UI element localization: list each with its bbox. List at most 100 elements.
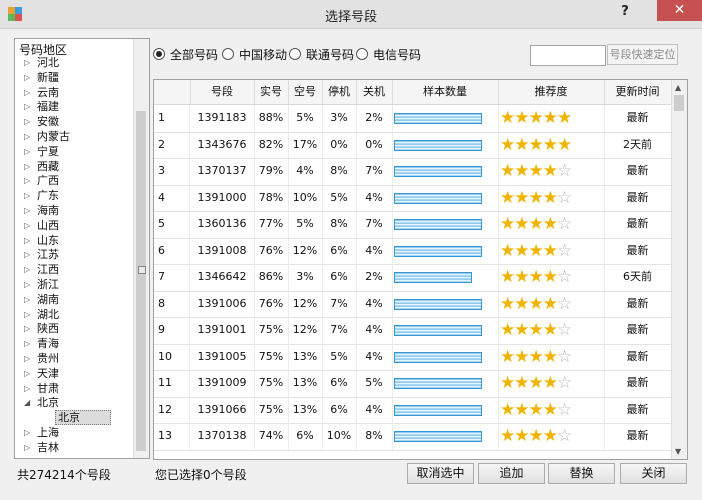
column-header[interactable]: 样本数量 bbox=[392, 80, 499, 104]
collapsed-arrow-icon[interactable]: ▷ bbox=[24, 263, 30, 278]
replace-button[interactable]: 替换 bbox=[548, 463, 615, 484]
tree-item[interactable]: ▷ 天津 bbox=[15, 367, 133, 382]
tree-item[interactable]: ▷ 山东 bbox=[15, 234, 133, 249]
tree-item[interactable]: ▷ 西藏 bbox=[15, 160, 133, 175]
tree-item[interactable]: ▷ 江西 bbox=[15, 263, 133, 278]
cancel-select-button[interactable]: 取消选中 bbox=[407, 463, 474, 484]
column-header[interactable]: 停机 bbox=[322, 80, 357, 104]
tree-item[interactable]: ▷ 上海 bbox=[15, 426, 133, 441]
collapsed-arrow-icon[interactable]: ▷ bbox=[24, 189, 30, 204]
collapsed-arrow-icon[interactable]: ▷ bbox=[24, 234, 30, 249]
close-window-button[interactable]: ✕ bbox=[657, 0, 702, 21]
tree-item[interactable]: ▷ 青海 bbox=[15, 337, 133, 352]
collapsed-arrow-icon[interactable]: ▷ bbox=[24, 115, 30, 130]
collapsed-arrow-icon[interactable]: ▷ bbox=[24, 293, 30, 308]
radio-all[interactable]: 全部号码 bbox=[153, 46, 218, 63]
tree-item[interactable]: ▷ 湖南 bbox=[15, 293, 133, 308]
add-button[interactable]: 追加 bbox=[478, 463, 545, 484]
radio-mobile[interactable]: 中国移动 bbox=[222, 46, 287, 63]
column-header[interactable]: 空号 bbox=[288, 80, 323, 104]
tree-item[interactable]: ▷ 海南 bbox=[15, 204, 133, 219]
table-row[interactable]: 5 1360136 77% 5% 8% 7% ★★★★☆ 最新 bbox=[154, 211, 672, 239]
collapsed-arrow-icon[interactable]: ▷ bbox=[24, 382, 30, 397]
radio-dot[interactable] bbox=[289, 48, 301, 60]
collapsed-arrow-icon[interactable]: ▷ bbox=[24, 204, 30, 219]
collapsed-arrow-icon[interactable]: ▷ bbox=[24, 248, 30, 263]
collapsed-arrow-icon[interactable]: ▷ bbox=[24, 86, 30, 101]
locate-input[interactable] bbox=[530, 45, 606, 66]
collapsed-arrow-icon[interactable]: ▷ bbox=[24, 174, 30, 189]
tree-item[interactable]: ▷ 河北 bbox=[15, 56, 133, 71]
tree-item[interactable]: ▷ 福建 bbox=[15, 100, 133, 115]
collapsed-arrow-icon[interactable]: ▷ bbox=[24, 160, 30, 175]
table-row[interactable]: 3 1370137 79% 4% 8% 7% ★★★★☆ 最新 bbox=[154, 158, 672, 186]
table-row[interactable]: 1 1391183 88% 5% 3% 2% ★★★★★ 最新 bbox=[154, 105, 672, 133]
close-button[interactable]: 关闭 bbox=[620, 463, 687, 484]
table-row[interactable]: 12 1391066 75% 13% 6% 4% ★★★★☆ 最新 bbox=[154, 396, 672, 424]
collapsed-arrow-icon[interactable]: ▷ bbox=[24, 278, 30, 293]
table-scrollbar[interactable]: ▲ ▼ bbox=[671, 80, 687, 459]
tree-item[interactable]: ▷ 吉林 bbox=[15, 441, 133, 456]
tree-item[interactable]: ▷ 浙江 bbox=[15, 278, 133, 293]
collapsed-arrow-icon[interactable]: ▷ bbox=[24, 337, 30, 352]
expanded-arrow-icon[interactable]: ◢ bbox=[24, 396, 30, 411]
collapsed-arrow-icon[interactable]: ▷ bbox=[24, 367, 30, 382]
table-row[interactable]: 4 1391000 78% 10% 5% 4% ★★★★☆ 最新 bbox=[154, 184, 672, 212]
star-filled-icon: ★ bbox=[500, 293, 515, 314]
locate-button[interactable]: 号段快速定位 bbox=[607, 44, 678, 65]
column-header[interactable]: 号段 bbox=[190, 80, 255, 104]
scroll-down-icon[interactable]: ▼ bbox=[675, 447, 681, 456]
tree-item[interactable]: ▷ 内蒙古 bbox=[15, 130, 133, 145]
collapsed-arrow-icon[interactable]: ▷ bbox=[24, 130, 30, 145]
radio-dot[interactable] bbox=[153, 48, 165, 60]
tree-scrollbar[interactable] bbox=[133, 39, 149, 458]
table-scroll-thumb[interactable] bbox=[674, 95, 684, 111]
column-header[interactable]: 更新时间 bbox=[604, 80, 672, 104]
tree-item[interactable]: ▷ 云南 bbox=[15, 86, 133, 101]
column-header[interactable]: 实号 bbox=[254, 80, 289, 104]
radio-telecom[interactable]: 电信号码 bbox=[356, 46, 421, 63]
table-row[interactable]: 7 1346642 86% 3% 6% 2% ★★★★☆ 6天前 bbox=[154, 264, 672, 292]
collapsed-arrow-icon[interactable]: ▷ bbox=[24, 71, 30, 86]
tree-item[interactable]: ▷ 广东 bbox=[15, 189, 133, 204]
radio-dot[interactable] bbox=[356, 48, 368, 60]
table-row[interactable]: 11 1391009 75% 13% 6% 5% ★★★★☆ 最新 bbox=[154, 370, 672, 398]
table-row[interactable]: 10 1391005 75% 13% 5% 4% ★★★★☆ 最新 bbox=[154, 343, 672, 371]
collapsed-arrow-icon[interactable]: ▷ bbox=[24, 352, 30, 367]
collapsed-arrow-icon[interactable]: ▷ bbox=[24, 426, 30, 441]
table-row[interactable]: 8 1391006 76% 12% 7% 4% ★★★★☆ 最新 bbox=[154, 290, 672, 318]
collapsed-arrow-icon[interactable]: ▷ bbox=[24, 100, 30, 115]
tree-item[interactable]: ▷ 广西 bbox=[15, 174, 133, 189]
collapsed-arrow-icon[interactable]: ▷ bbox=[24, 145, 30, 160]
collapsed-arrow-icon[interactable]: ▷ bbox=[24, 56, 30, 71]
collapsed-arrow-icon[interactable]: ▷ bbox=[24, 322, 30, 337]
tree-item[interactable]: ◢ 北京 bbox=[15, 396, 133, 411]
tree-item[interactable]: ▷ 宁夏 bbox=[15, 145, 133, 160]
help-button[interactable]: ? bbox=[612, 2, 638, 22]
radio-unicom[interactable]: 联通号码 bbox=[289, 46, 354, 63]
table-row[interactable]: 13 1370138 74% 6% 10% 8% ★★★★☆ 最新 bbox=[154, 423, 672, 451]
tree-item[interactable]: ▷ 湖北 bbox=[15, 308, 133, 323]
tree-item[interactable]: ▷ 江苏 bbox=[15, 248, 133, 263]
table-row[interactable]: 9 1391001 75% 12% 7% 4% ★★★★☆ 最新 bbox=[154, 317, 672, 345]
radio-dot[interactable] bbox=[222, 48, 234, 60]
tree-item[interactable]: ▷ 山西 bbox=[15, 219, 133, 234]
tree-item[interactable]: ▷ 贵州 bbox=[15, 352, 133, 367]
table-row[interactable]: 6 1391008 76% 12% 6% 4% ★★★★☆ 最新 bbox=[154, 237, 672, 265]
tree-item[interactable]: ▷ 甘肃 bbox=[15, 382, 133, 397]
collapsed-arrow-icon[interactable]: ▷ bbox=[24, 219, 30, 234]
tree-scroll-thumb[interactable] bbox=[136, 111, 146, 451]
tree-item[interactable]: ▷ 陕西 bbox=[15, 322, 133, 337]
tree-item-label: 湖南 bbox=[37, 292, 59, 306]
tree-item[interactable]: 北京 bbox=[15, 410, 133, 426]
column-header[interactable]: 关机 bbox=[356, 80, 393, 104]
tree-item[interactable]: ▷ 安徽 bbox=[15, 115, 133, 130]
table-row[interactable]: 2 1343676 82% 17% 0% 0% ★★★★★ 2天前 bbox=[154, 131, 672, 159]
column-header[interactable] bbox=[154, 80, 191, 104]
region-tree[interactable]: 号码地区 ▷ 河北 ▷ 新疆 ▷ 云南 ▷ 福建 ▷ 安徽 ▷ 内蒙古 ▷ 宁夏 ▷ 西藏 ▷ 广西 ▷ 广东 ▷ 海南 ▷… bbox=[14, 38, 150, 459]
tree-item[interactable]: ▷ 新疆 bbox=[15, 71, 133, 86]
scroll-up-icon[interactable]: ▲ bbox=[675, 83, 681, 92]
column-header[interactable]: 推荐度 bbox=[498, 80, 605, 104]
collapsed-arrow-icon[interactable]: ▷ bbox=[24, 308, 30, 323]
collapsed-arrow-icon[interactable]: ▷ bbox=[24, 441, 30, 456]
